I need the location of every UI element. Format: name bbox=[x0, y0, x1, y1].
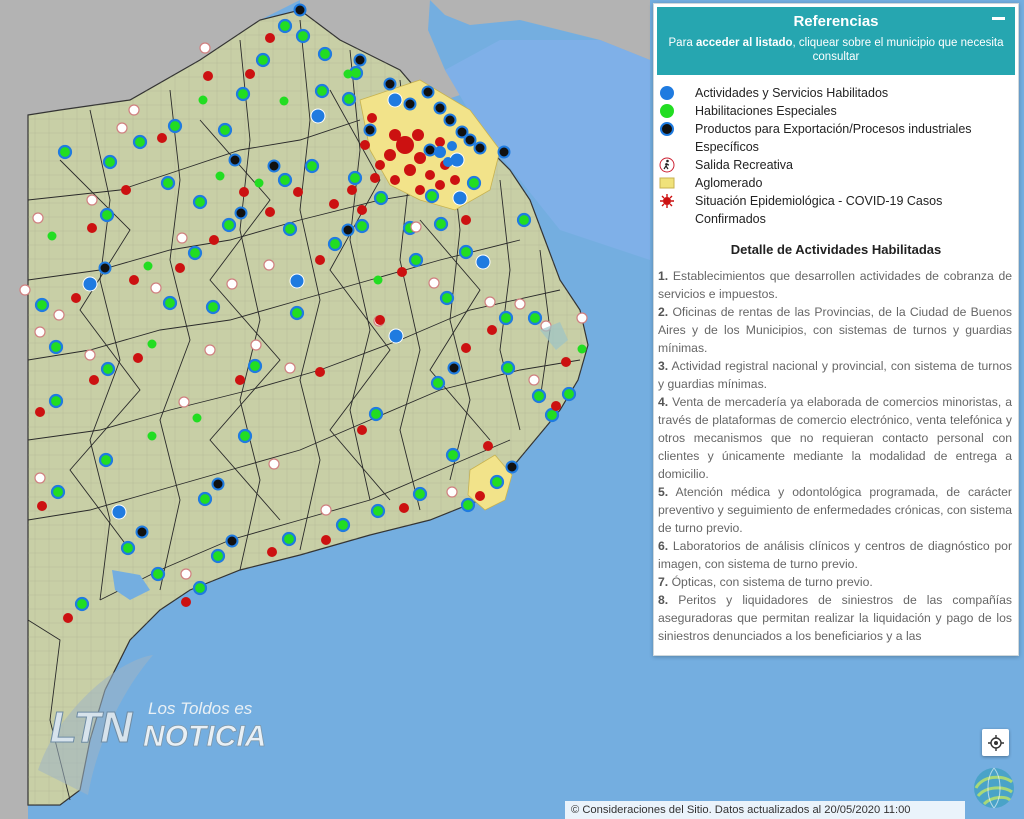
details-item-8: 8. Peritos y liquidadores de siniestros … bbox=[658, 593, 1013, 643]
details-item-7: 7. Ópticas, con sistema de turno previo. bbox=[658, 575, 873, 589]
legend: Actividades y Servicios Habilitados Habi… bbox=[654, 78, 1018, 228]
watermark-logo: LTN Los Toldos es NOTICIA bbox=[38, 655, 267, 795]
locate-button[interactable] bbox=[982, 729, 1009, 756]
legend-item-habilitaciones: Habilitaciones Especiales bbox=[657, 102, 1008, 120]
details-item-5: 5. Atención médica y odontológica progra… bbox=[658, 485, 1012, 535]
watermark-line2: NOTICIA bbox=[143, 720, 266, 753]
panel-title: Referencias bbox=[793, 13, 879, 30]
details-item-3: 3. Actividad registral nacional y provin… bbox=[658, 359, 1012, 391]
blue-dot-icon bbox=[660, 86, 674, 100]
attribution-bar[interactable]: © Consideraciones del Sitio. Datos actua… bbox=[565, 801, 965, 819]
details-item-1: 1. Establecimientos que desarrollen acti… bbox=[658, 269, 1013, 301]
crosshair-icon bbox=[987, 734, 1004, 751]
legend-item-salida: Salida Recreativa bbox=[657, 156, 1008, 174]
virus-icon bbox=[660, 194, 674, 208]
black-dot-icon bbox=[660, 122, 674, 136]
details-item-2: 2. Oficinas de rentas de las Provincias,… bbox=[658, 305, 1012, 355]
references-panel: Referencias Para acceder al listado, cli… bbox=[653, 3, 1019, 656]
details-list: 1. Establecimientos que desarrollen acti… bbox=[654, 267, 1018, 645]
collapse-button[interactable] bbox=[992, 17, 1005, 20]
legend-item-exportacion: Productos para Exportación/Procesos indu… bbox=[657, 120, 1008, 156]
globe-logo-icon[interactable] bbox=[972, 766, 1016, 810]
panel-header: Referencias Para acceder al listado, cli… bbox=[657, 7, 1015, 75]
yellow-area-icon bbox=[659, 177, 675, 189]
panel-subtitle: Para acceder al listado, cliquear sobre … bbox=[668, 37, 1004, 63]
walker-icon bbox=[659, 157, 675, 173]
details-item-4: 4. Venta de mercadería ya elaborada de c… bbox=[658, 395, 1012, 481]
details-title: Detalle de Actividades Habilitadas bbox=[730, 242, 942, 257]
details-item-6: 6. Laboratorios de análisis clínicos y c… bbox=[658, 539, 1013, 571]
legend-item-aglomerado: Aglomerado bbox=[657, 174, 1008, 192]
legend-item-covid: Situación Epidemiológica - COVID-19 Caso… bbox=[657, 192, 1008, 228]
legend-item-actividades: Actividades y Servicios Habilitados bbox=[657, 84, 1008, 102]
green-dot-icon bbox=[660, 104, 674, 118]
watermark-line1: Los Toldos es bbox=[148, 699, 253, 718]
watermark-mark: LTN bbox=[50, 703, 133, 752]
